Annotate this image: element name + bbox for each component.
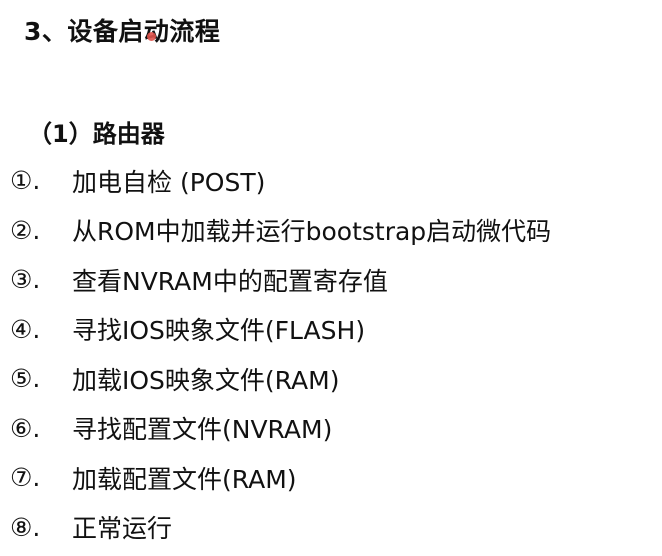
section-title: 3、设备启动流程 [24, 17, 221, 46]
step-number: ⑤. [10, 364, 41, 394]
step-text: 正常运行 [72, 514, 173, 544]
step-text: 查看NVRAM中的配置寄存值 [72, 266, 388, 296]
list-item: ③. 查看NVRAM中的配置寄存值 [10, 255, 551, 305]
list-item: ①. 加电自检 (POST) [10, 156, 551, 206]
list-item: ⑥. 寻找配置文件(NVRAM) [10, 404, 551, 454]
list-item: ⑦. 加载配置文件(RAM) [10, 453, 551, 503]
step-text: 加载配置文件(RAM) [72, 464, 297, 494]
list-item: ④. 寻找IOS映象文件(FLASH) [10, 305, 551, 355]
step-number: ④. [10, 314, 41, 344]
step-text: 寻找IOS映象文件(FLASH) [72, 316, 366, 346]
laser-pointer-dot [147, 32, 156, 41]
boot-steps-list: ①. 加电自检 (POST) ②. 从ROM中加载并运行bootstrap启动微… [10, 156, 551, 552]
list-item: ②. 从ROM中加载并运行bootstrap启动微代码 [10, 206, 551, 256]
step-number: ①. [10, 166, 41, 196]
step-number: ②. [10, 215, 41, 245]
sub-title: （1）路由器 [28, 120, 165, 148]
step-text: 从ROM中加载并运行bootstrap启动微代码 [72, 217, 552, 247]
slide-page: 3、设备启动流程 （1）路由器 ①. 加电自检 (POST) ②. 从ROM中加… [0, 0, 662, 556]
step-text: 加电自检 (POST) [72, 167, 266, 197]
step-number: ⑦. [10, 463, 41, 493]
step-number: ⑥. [10, 413, 41, 443]
step-number: ⑧. [10, 512, 41, 542]
step-text: 加载IOS映象文件(RAM) [72, 365, 340, 395]
step-text: 寻找配置文件(NVRAM) [72, 415, 333, 445]
step-number: ③. [10, 265, 41, 295]
list-item: ⑤. 加载IOS映象文件(RAM) [10, 354, 551, 404]
list-item: ⑧. 正常运行 [10, 503, 551, 553]
